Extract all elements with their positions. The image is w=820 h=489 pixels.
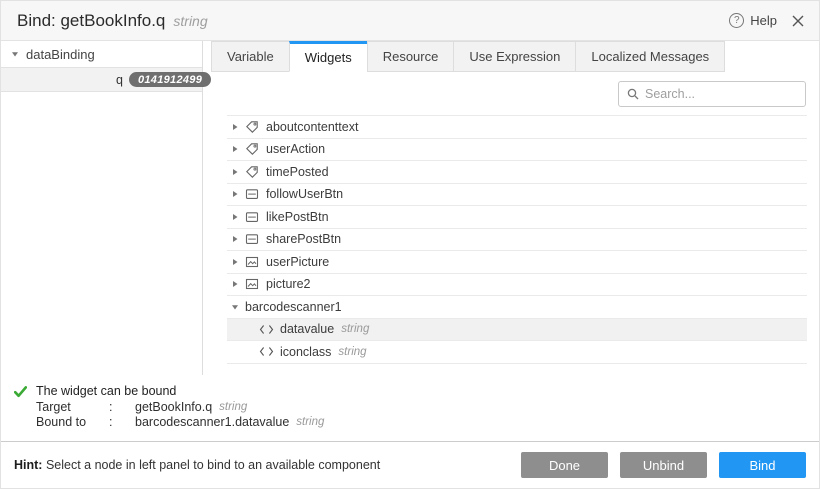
widget-row-picture2[interactable]: picture2: [227, 274, 807, 297]
tag-icon: [245, 120, 266, 134]
picture-icon: [245, 255, 266, 269]
widget-label: iconclass: [280, 345, 331, 359]
bind-button[interactable]: Bind: [719, 452, 806, 478]
caret-right-icon: [231, 190, 239, 198]
widget-row-datavalue[interactable]: datavalue string: [227, 319, 807, 342]
status-target-value: getBookInfo.q: [135, 400, 212, 416]
help-button[interactable]: ? Help: [729, 13, 777, 28]
widget-row-barcodescanner1[interactable]: barcodescanner1: [227, 296, 807, 319]
caret-right-icon: [231, 258, 239, 266]
status-boundto-value: barcodescanner1.datavalue: [135, 415, 289, 431]
tab-use-expression[interactable]: Use Expression: [453, 41, 576, 72]
close-icon[interactable]: [791, 14, 805, 28]
hint-text: Hint: Select a node in left panel to bin…: [14, 458, 509, 472]
search-icon: [627, 88, 639, 100]
dialog-title-type: string: [173, 13, 207, 29]
tree-root-label: dataBinding: [26, 47, 95, 62]
widget-row-followuserbtn[interactable]: followUserBtn: [227, 184, 807, 207]
caret-right-icon: [231, 235, 239, 243]
caret-down-icon: [11, 50, 19, 58]
help-label: Help: [750, 13, 777, 28]
widget-label: sharePostBtn: [266, 232, 341, 246]
tree-node-q[interactable]: q 0141912499: [1, 67, 202, 92]
success-check-icon: [14, 386, 27, 398]
widget-label: datavalue: [280, 322, 334, 336]
caret-right-icon: [231, 168, 239, 176]
tag-icon: [245, 142, 266, 156]
caret-right-icon: [231, 145, 239, 153]
status-target-type: string: [219, 400, 247, 416]
search-box: [618, 81, 806, 107]
search-input[interactable]: [645, 87, 797, 101]
dialog-footer: Hint: Select a node in left panel to bin…: [1, 442, 819, 488]
dialog-title: Bind: getBookInfo.q: [17, 11, 165, 31]
tree-node-label: q: [116, 73, 123, 87]
tag-icon: [245, 165, 266, 179]
button-icon: [245, 232, 266, 246]
help-icon: ?: [729, 13, 744, 28]
caret-right-icon: [231, 123, 239, 131]
dialog-header: Bind: getBookInfo.q string ? Help: [1, 1, 819, 41]
data-binding-tree-panel: dataBinding q 0141912499: [1, 41, 203, 375]
widget-label: barcodescanner1: [245, 300, 342, 314]
tab-widgets[interactable]: Widgets: [289, 41, 368, 72]
dialog-body: dataBinding q 0141912499 Variable Widget…: [1, 41, 819, 375]
widget-row-sharepostbtn[interactable]: sharePostBtn: [227, 229, 807, 252]
done-button[interactable]: Done: [521, 452, 608, 478]
caret-right-icon: [231, 213, 239, 221]
tab-localized-messages[interactable]: Localized Messages: [575, 41, 725, 72]
widget-type: string: [341, 323, 369, 335]
widget-row-likepostbtn[interactable]: likePostBtn: [227, 206, 807, 229]
binding-source-panel: Variable Widgets Resource Use Expression…: [203, 41, 819, 375]
button-icon: [245, 187, 266, 201]
tab-bar: Variable Widgets Resource Use Expression…: [203, 41, 819, 72]
picture-icon: [245, 277, 266, 291]
widget-label: likePostBtn: [266, 210, 329, 224]
widget-label: userPicture: [266, 255, 329, 269]
widget-row-aboutcontenttext[interactable]: aboutcontenttext: [227, 116, 807, 139]
caret-right-icon: [231, 280, 239, 288]
binding-status-panel: The widget can be bound Target : getBook…: [1, 375, 819, 442]
widget-label: picture2: [266, 277, 310, 291]
status-target-row: Target : getBookInfo.q string: [36, 400, 324, 416]
status-boundto-label: Bound to: [36, 415, 109, 431]
button-icon: [245, 210, 266, 224]
widget-list: aboutcontenttext userAction timePosted f…: [227, 115, 807, 364]
tab-variable[interactable]: Variable: [211, 41, 290, 72]
code-icon: [259, 346, 280, 357]
bound-value-badge: 0141912499: [129, 72, 211, 87]
widget-row-useraction[interactable]: userAction: [227, 139, 807, 162]
widget-type: string: [338, 346, 366, 358]
status-boundto-type: string: [296, 415, 324, 431]
tree-node-databinding[interactable]: dataBinding: [1, 41, 202, 67]
unbind-button[interactable]: Unbind: [620, 452, 707, 478]
widget-label: userAction: [266, 142, 325, 156]
code-icon: [259, 324, 280, 335]
widget-row-timeposted[interactable]: timePosted: [227, 161, 807, 184]
widget-label: aboutcontenttext: [266, 120, 358, 134]
status-message: The widget can be bound: [36, 384, 324, 400]
widget-row-iconclass[interactable]: iconclass string: [227, 341, 807, 364]
status-target-label: Target: [36, 400, 109, 416]
tab-resource[interactable]: Resource: [367, 41, 455, 72]
search-row: [203, 72, 819, 115]
widget-label: followUserBtn: [266, 187, 343, 201]
caret-down-icon: [231, 303, 239, 311]
widget-label: timePosted: [266, 165, 329, 179]
widget-row-userpicture[interactable]: userPicture: [227, 251, 807, 274]
hint-label: Hint:: [14, 458, 42, 472]
bind-dialog: Bind: getBookInfo.q string ? Help dataBi…: [0, 0, 820, 489]
status-boundto-row: Bound to : barcodescanner1.datavalue str…: [36, 415, 324, 431]
